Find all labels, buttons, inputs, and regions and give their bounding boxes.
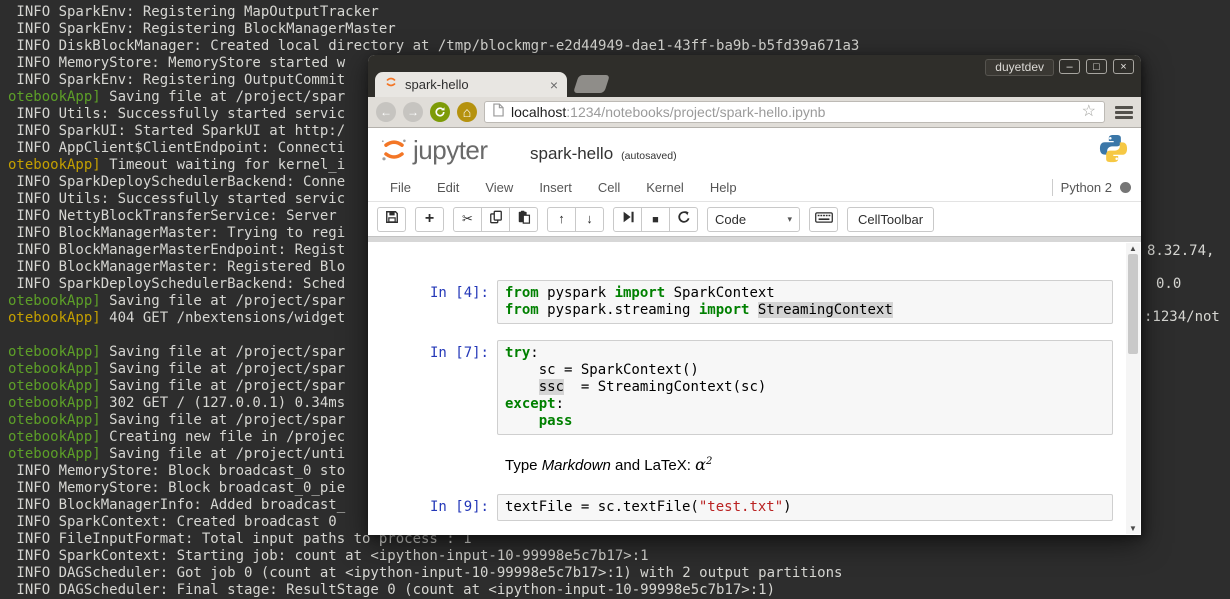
cut-icon: ✂ bbox=[462, 211, 473, 226]
terminal-line-fragment: 8.32.74, bbox=[1147, 243, 1215, 259]
terminal-line: INFO DiskBlockManager: Created local dir… bbox=[8, 38, 860, 54]
menu-insert[interactable]: Insert bbox=[539, 180, 572, 195]
terminal-line: INFO DAGScheduler: Final stage: ResultSt… bbox=[8, 582, 776, 598]
maximize-button[interactable]: □ bbox=[1086, 59, 1107, 74]
run-cell-button[interactable] bbox=[613, 206, 642, 232]
scroll-down-icon[interactable]: ▼ bbox=[1126, 524, 1140, 533]
menu-help[interactable]: Help bbox=[710, 180, 737, 195]
jupyter-logo[interactable]: jupyter bbox=[378, 134, 488, 166]
terminal-line: INFO SparkContext: Starting job: count a… bbox=[8, 548, 649, 564]
notebook-title[interactable]: spark-hello (autosaved) bbox=[530, 144, 677, 164]
reload-button[interactable] bbox=[430, 102, 450, 122]
scrollbar-thumb[interactable] bbox=[1128, 254, 1138, 354]
code-cell[interactable]: In [7]: try: sc = SparkContext() ssc = St… bbox=[368, 340, 1113, 435]
run-icon bbox=[621, 210, 635, 229]
notebook-scrollbar[interactable]: ▲ ▼ bbox=[1126, 243, 1140, 534]
code-input[interactable]: try: sc = SparkContext() ssc = Streaming… bbox=[497, 340, 1113, 435]
terminal-line-fragment: 0.0 bbox=[1156, 276, 1182, 292]
cell-prompt: In [4]: bbox=[429, 285, 489, 301]
menu-kernel[interactable]: Kernel bbox=[646, 180, 684, 195]
kernel-name[interactable]: Python 2 bbox=[1061, 180, 1112, 195]
home-button[interactable]: ⌂ bbox=[457, 102, 477, 122]
url-host: localhost bbox=[511, 104, 567, 120]
terminal-line-fragment: :1234/not bbox=[1144, 309, 1220, 325]
down-icon: ↓ bbox=[586, 211, 593, 226]
cell-prompt bbox=[368, 453, 497, 474]
jupyter-wordmark: jupyter bbox=[413, 134, 488, 165]
python-logo-icon bbox=[1098, 133, 1129, 169]
close-button[interactable]: × bbox=[1113, 59, 1134, 74]
back-button[interactable]: ← bbox=[376, 102, 396, 122]
jupyter-favicon-icon bbox=[384, 75, 398, 94]
copy-cell-button[interactable] bbox=[481, 206, 510, 232]
chevron-down-icon: ▾ bbox=[787, 213, 792, 224]
add-cell-icon: + bbox=[424, 210, 435, 227]
browser-menu-icon[interactable] bbox=[1115, 105, 1133, 119]
document-icon bbox=[493, 102, 504, 122]
cell-prompt: In [9]: bbox=[429, 499, 489, 515]
autosave-status: (autosaved) bbox=[621, 150, 677, 162]
notebook-toolbar: + ✂ ↑ ↓ ■ Code ▾ CellToolbar bbox=[368, 202, 1141, 236]
terminal-line: INFO DAGScheduler: Got job 0 (count at <… bbox=[8, 565, 843, 581]
menu-items: File Edit View Insert Cell Kernel Help bbox=[390, 180, 737, 195]
window-titlebar: duyetdev – □ × spark-hello × bbox=[368, 55, 1141, 97]
notebook-header: jupyter spark-hello (autosaved) bbox=[368, 128, 1141, 174]
terminal-line: INFO SparkEnv: Registering MapOutputTrac… bbox=[8, 4, 379, 20]
keyboard-icon bbox=[814, 210, 833, 228]
bookmark-star-icon[interactable]: ☆ bbox=[1082, 104, 1096, 120]
minimize-button[interactable]: – bbox=[1059, 59, 1080, 74]
menu-edit[interactable]: Edit bbox=[437, 180, 459, 195]
move-cell-down-button[interactable]: ↓ bbox=[575, 206, 604, 232]
code-cell[interactable]: In [9]: textFile = sc.textFile("test.txt"… bbox=[368, 494, 1113, 521]
tab-title: spark-hello bbox=[405, 77, 469, 92]
move-cell-up-button[interactable]: ↑ bbox=[547, 206, 576, 232]
stop-icon: ■ bbox=[652, 214, 659, 226]
notebook-menubar: File Edit View Insert Cell Kernel Help Python … bbox=[368, 174, 1141, 202]
forward-button[interactable]: → bbox=[403, 102, 423, 122]
copy-icon bbox=[489, 210, 503, 229]
tab-close-icon[interactable]: × bbox=[550, 78, 558, 92]
address-url[interactable]: localhost:1234/notebooks/project/spark-h… bbox=[511, 104, 825, 120]
command-palette-button[interactable] bbox=[809, 206, 838, 232]
save-icon bbox=[385, 210, 399, 229]
add-cell-button[interactable]: + bbox=[415, 206, 444, 232]
jupyter-page: jupyter spark-hello (autosaved) File Edit V… bbox=[368, 128, 1141, 535]
menu-cell[interactable]: Cell bbox=[598, 180, 620, 195]
up-icon: ↑ bbox=[558, 211, 565, 226]
terminal-line: INFO SparkEnv: Registering BlockManagerM… bbox=[8, 21, 396, 37]
cell-type-value: Code bbox=[715, 211, 747, 227]
stop-kernel-button[interactable]: ■ bbox=[641, 206, 670, 232]
url-path: :1234/notebooks/project/spark-hello.ipyn… bbox=[566, 104, 826, 120]
browser-navbar: ← → ⌂ localhost:1234/notebooks/project/s… bbox=[368, 97, 1141, 128]
cell-toolbar-button[interactable]: CellToolbar bbox=[847, 206, 935, 232]
notebook-area: In [4]: from pyspark import SparkContext f… bbox=[368, 242, 1141, 535]
save-button[interactable] bbox=[377, 206, 406, 232]
address-bar[interactable]: localhost:1234/notebooks/project/spark-h… bbox=[484, 101, 1105, 123]
code-input[interactable]: from pyspark import SparkContext from pys… bbox=[497, 280, 1113, 324]
menubar-divider bbox=[1051, 179, 1053, 196]
menu-file[interactable]: File bbox=[390, 180, 411, 195]
paste-icon bbox=[517, 210, 531, 229]
code-cell[interactable]: In [4]: from pyspark import SparkContext f… bbox=[368, 280, 1113, 324]
restart-kernel-button[interactable] bbox=[669, 206, 698, 232]
cell-prompt: In [7]: bbox=[429, 345, 489, 361]
restart-icon bbox=[677, 210, 691, 229]
cut-cell-button[interactable]: ✂ bbox=[453, 206, 482, 232]
markdown-text: Type Markdown and LaTeX: α2 bbox=[505, 455, 713, 474]
new-tab-button[interactable] bbox=[573, 75, 610, 93]
paste-cell-button[interactable] bbox=[509, 206, 538, 232]
cell-type-select-button[interactable]: Code ▾ bbox=[707, 206, 800, 232]
kernel-busy-indicator-icon bbox=[1120, 182, 1131, 193]
jupyter-logo-icon bbox=[381, 139, 406, 161]
markdown-cell[interactable]: Type Markdown and LaTeX: α2 bbox=[368, 453, 1113, 474]
browser-tab[interactable]: spark-hello × bbox=[375, 72, 567, 97]
window-user-label: duyetdev bbox=[985, 59, 1054, 76]
scroll-up-icon[interactable]: ▲ bbox=[1126, 244, 1140, 253]
browser-window: duyetdev – □ × spark-hello × ← → ⌂ local… bbox=[368, 55, 1141, 535]
code-input[interactable]: textFile = sc.textFile("test.txt") bbox=[497, 494, 1113, 521]
menu-view[interactable]: View bbox=[485, 180, 513, 195]
